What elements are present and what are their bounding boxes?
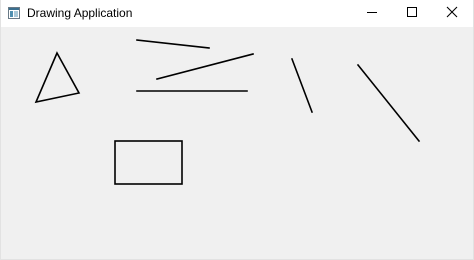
title-bar[interactable]: Drawing Application [1,0,473,27]
drawing-canvas[interactable] [1,27,473,259]
minimize-icon [366,5,378,23]
close-icon [446,5,458,23]
minimize-button[interactable] [352,0,392,27]
app-window-icon[interactable] [8,6,20,19]
window-title: Drawing Application [27,6,133,20]
maximize-button[interactable] [392,0,432,27]
drawn-line-5[interactable] [356,63,421,143]
app-window: Drawing Application [0,0,474,260]
maximize-icon [406,5,418,23]
drawn-line-2[interactable] [156,53,254,80]
close-button[interactable] [432,0,472,27]
drawn-line-1[interactable] [136,39,210,49]
drawn-triangle[interactable] [34,51,81,104]
canvas-drawing-surface[interactable] [1,27,473,259]
drawn-rectangle[interactable] [114,140,183,185]
drawn-line-4[interactable] [290,57,314,114]
